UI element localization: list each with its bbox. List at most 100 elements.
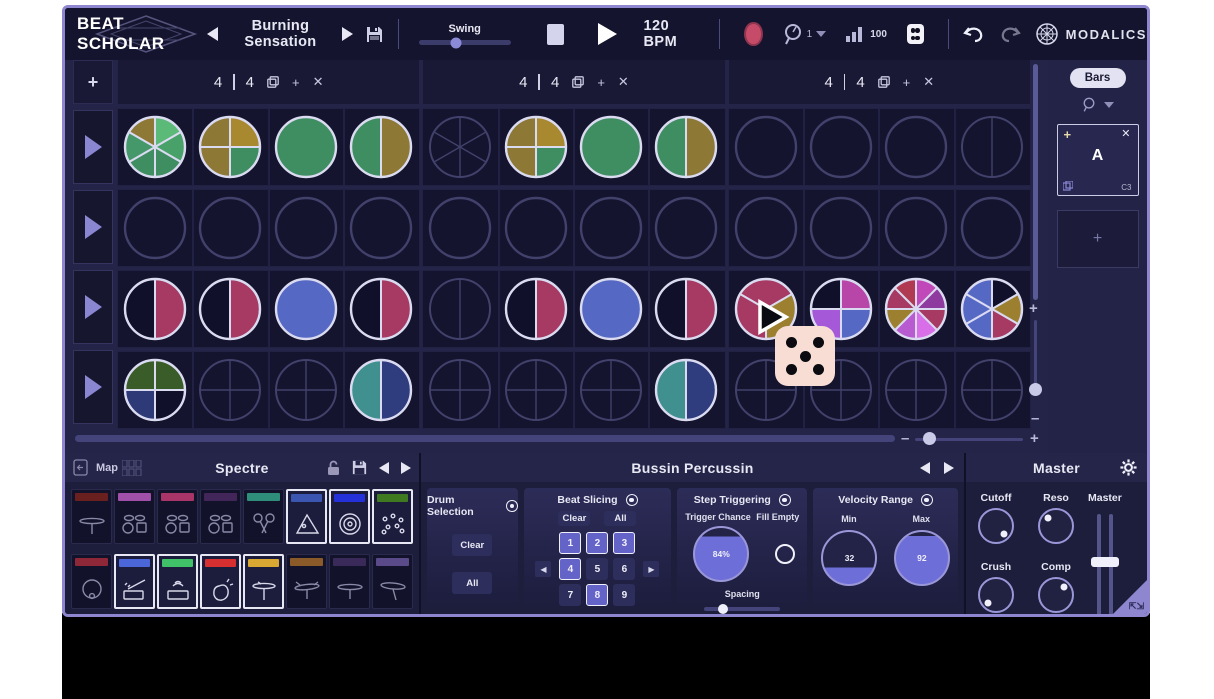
record-button[interactable] bbox=[744, 22, 762, 46]
beat-cell[interactable] bbox=[879, 352, 954, 428]
beat-cell[interactable] bbox=[423, 109, 498, 185]
save-kit-icon[interactable] bbox=[352, 460, 367, 475]
crush-knob[interactable] bbox=[978, 577, 1014, 613]
time-sig-denominator[interactable]: 4 bbox=[246, 74, 254, 91]
drum-pad-drumkit[interactable] bbox=[200, 489, 241, 544]
kit-next-button[interactable] bbox=[401, 462, 411, 474]
beat-cell[interactable] bbox=[879, 109, 954, 185]
time-sig-denominator[interactable]: 4 bbox=[856, 74, 864, 91]
time-sig-numerator[interactable]: 4 bbox=[824, 74, 832, 91]
velocity-max-knob[interactable]: 92 bbox=[894, 530, 950, 586]
beat-cell[interactable] bbox=[118, 352, 193, 428]
horizontal-zoom-out-button[interactable]: – bbox=[901, 431, 909, 446]
beat-cell[interactable] bbox=[193, 109, 268, 185]
horizontal-zoom-in-button[interactable]: + bbox=[1030, 431, 1039, 446]
drum-pad-china[interactable] bbox=[372, 554, 413, 609]
beat-cell[interactable] bbox=[574, 109, 649, 185]
lock-icon[interactable] bbox=[327, 460, 340, 476]
velocity-min-knob[interactable]: 32 bbox=[821, 530, 877, 586]
play-button[interactable] bbox=[598, 23, 617, 45]
beat-cell[interactable] bbox=[118, 271, 193, 347]
row-play-button[interactable] bbox=[73, 110, 113, 184]
beat-cell[interactable] bbox=[344, 190, 419, 266]
trigger-chance-knob[interactable]: 84% bbox=[693, 526, 749, 582]
velocity-range-radio[interactable] bbox=[921, 494, 933, 506]
time-sig-denominator[interactable]: 4 bbox=[551, 74, 559, 91]
drum-pad-drumkit[interactable] bbox=[114, 489, 155, 544]
velocity-meter[interactable]: 100 bbox=[846, 26, 887, 42]
beat-slicing-all-button[interactable]: All bbox=[604, 511, 636, 526]
vertical-zoom-thumb[interactable] bbox=[1029, 383, 1042, 396]
beat-cell[interactable] bbox=[423, 190, 498, 266]
slice-number-8[interactable]: 8 bbox=[586, 584, 608, 606]
beat-cell[interactable] bbox=[574, 271, 649, 347]
beat-cell[interactable] bbox=[804, 109, 879, 185]
horizontal-scrollbar[interactable] bbox=[75, 435, 895, 442]
slice-number-2[interactable]: 2 bbox=[586, 532, 608, 554]
row-play-button[interactable] bbox=[73, 190, 113, 264]
drum-pad-gong[interactable] bbox=[329, 489, 370, 544]
randomize-dice-icon[interactable] bbox=[907, 24, 924, 44]
beat-cell[interactable] bbox=[499, 271, 574, 347]
comp-knob[interactable] bbox=[1038, 577, 1074, 613]
beat-cell[interactable] bbox=[804, 190, 879, 266]
delete-bar-icon[interactable]: ✕ bbox=[1121, 127, 1130, 140]
master-slider-handle[interactable] bbox=[1091, 557, 1119, 567]
beat-cell[interactable] bbox=[955, 190, 1030, 266]
add-subdivision-icon[interactable]: + bbox=[903, 75, 911, 90]
beat-cell[interactable] bbox=[649, 352, 724, 428]
step-triggering-radio[interactable] bbox=[779, 494, 791, 506]
duplicate-bar-icon[interactable] bbox=[878, 76, 890, 88]
add-row-button[interactable]: + bbox=[73, 60, 113, 104]
drum-selection-all-button[interactable]: All bbox=[452, 572, 492, 594]
beat-cell[interactable] bbox=[499, 352, 574, 428]
beat-cell[interactable] bbox=[423, 271, 498, 347]
beat-cell[interactable] bbox=[879, 190, 954, 266]
undo-button[interactable] bbox=[963, 23, 985, 45]
beat-cell[interactable] bbox=[729, 190, 804, 266]
drum-pad-hihat[interactable] bbox=[243, 554, 284, 609]
beat-cell[interactable] bbox=[193, 271, 268, 347]
add-bar-icon[interactable]: + bbox=[1064, 127, 1072, 142]
beat-cell[interactable] bbox=[955, 271, 1030, 347]
duplicate-bar-icon[interactable] bbox=[267, 76, 279, 88]
drum-pad-drumkit[interactable] bbox=[157, 489, 198, 544]
beat-cell[interactable] bbox=[344, 352, 419, 428]
redo-button[interactable] bbox=[999, 23, 1021, 45]
swing-slider[interactable] bbox=[419, 40, 511, 45]
beat-cell[interactable] bbox=[269, 190, 344, 266]
remove-bar-icon[interactable]: ✕ bbox=[313, 74, 324, 90]
duplicate-bar-icon[interactable] bbox=[572, 76, 584, 88]
slice-number-5[interactable]: 5 bbox=[586, 558, 608, 580]
slice-number-6[interactable]: 6 bbox=[613, 558, 635, 580]
drum-pad-maracas[interactable] bbox=[243, 489, 284, 544]
drum-pad-clap[interactable] bbox=[200, 554, 241, 609]
beat-cell[interactable] bbox=[193, 352, 268, 428]
pattern-name[interactable]: Burning Sensation bbox=[222, 18, 339, 50]
vertical-zoom-out-button[interactable]: – bbox=[1031, 411, 1039, 426]
drum-pad-cymbal[interactable] bbox=[71, 489, 112, 544]
map-toggle[interactable]: Map bbox=[96, 462, 118, 474]
drum-pad-snare[interactable] bbox=[114, 554, 155, 609]
bpm-display[interactable]: 120 BPM bbox=[643, 18, 697, 50]
slice-number-7[interactable]: 7 bbox=[559, 584, 581, 606]
beat-cell[interactable] bbox=[118, 190, 193, 266]
drum-pad-kick[interactable] bbox=[71, 554, 112, 609]
swing-slider-thumb[interactable] bbox=[450, 37, 461, 48]
drum-pad-crash[interactable] bbox=[286, 554, 327, 609]
drum-selection-clear-button[interactable]: Clear bbox=[452, 534, 492, 556]
spacing-slider-thumb[interactable] bbox=[718, 604, 728, 614]
beat-cell[interactable] bbox=[955, 352, 1030, 428]
quantize-control[interactable]: 1 bbox=[783, 23, 827, 45]
chevron-down-icon[interactable] bbox=[816, 31, 826, 37]
bars-panel-title[interactable]: Bars bbox=[1070, 68, 1126, 88]
drum-selection-radio[interactable] bbox=[506, 500, 517, 512]
beat-cell[interactable] bbox=[193, 190, 268, 266]
beat-cell[interactable] bbox=[574, 352, 649, 428]
row-play-button[interactable] bbox=[73, 350, 113, 424]
collapse-panel-icon[interactable] bbox=[73, 459, 88, 476]
beat-slicing-radio[interactable] bbox=[626, 494, 638, 506]
drum-pad-shaker[interactable] bbox=[372, 489, 413, 544]
add-subdivision-icon[interactable]: + bbox=[597, 75, 605, 90]
save-pattern-icon[interactable] bbox=[365, 23, 384, 45]
